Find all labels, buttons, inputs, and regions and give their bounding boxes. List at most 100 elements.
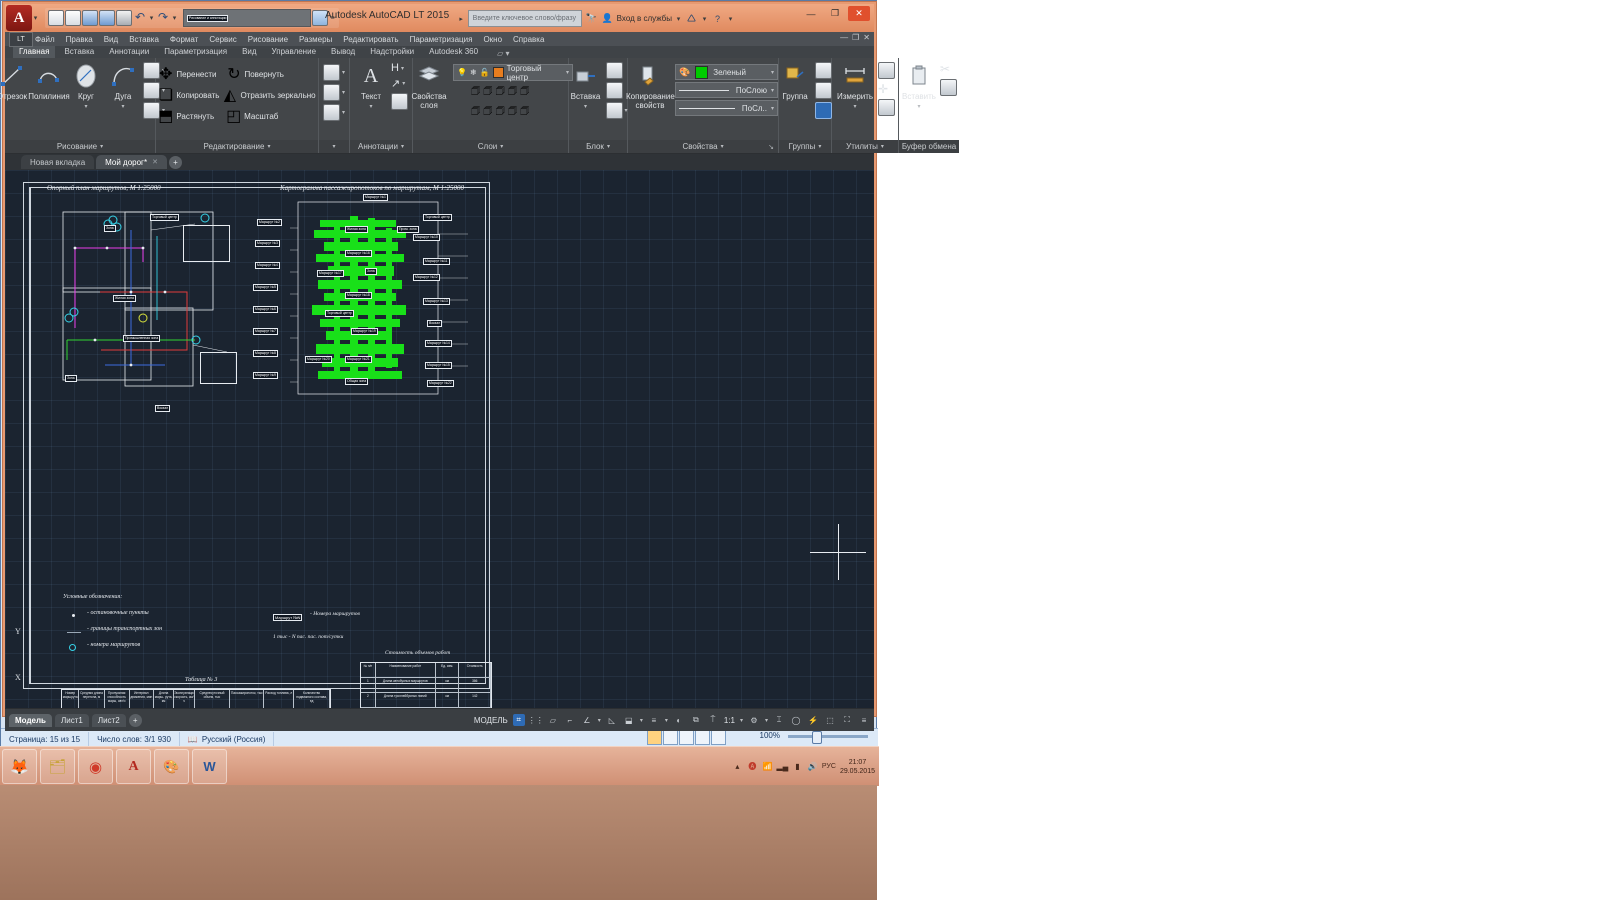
layout-tab-model[interactable]: Модель bbox=[9, 713, 52, 727]
tab-my-road[interactable]: Мой дорог* ✕ bbox=[96, 155, 167, 169]
measure-caret-icon[interactable]: ▾ bbox=[854, 103, 857, 110]
insert-caret-icon[interactable]: ▾ bbox=[584, 103, 587, 110]
polar-caret-icon[interactable]: ▾ bbox=[598, 717, 601, 724]
network-icon[interactable]: 📶 bbox=[762, 761, 773, 772]
ribbon-options-icon[interactable]: ▱ ▾ bbox=[497, 49, 509, 58]
doc-minimize-button[interactable]: — bbox=[840, 33, 848, 42]
array-icon[interactable] bbox=[323, 104, 340, 121]
menu-item-format[interactable]: Формат bbox=[170, 35, 198, 44]
layer-isolate-icon[interactable]: 🗇 bbox=[471, 84, 480, 101]
web-layout-view-icon[interactable] bbox=[679, 730, 694, 745]
application-menu-button[interactable]: A bbox=[6, 5, 32, 31]
exchange-apps-icon[interactable]: 🛆 bbox=[685, 12, 698, 25]
layer-properties-button[interactable]: Свойства слоя bbox=[408, 62, 450, 110]
layer-color-swatch[interactable] bbox=[492, 67, 504, 78]
isolate-objects-icon[interactable]: ⬚ bbox=[824, 714, 836, 726]
leader-icon[interactable]: ↗ bbox=[391, 77, 400, 90]
undo-icon[interactable]: ↶ bbox=[133, 11, 147, 25]
copy-button[interactable]: ❏ Копировать bbox=[158, 85, 220, 105]
menu-item-tools[interactable]: Сервис bbox=[209, 35, 236, 44]
lineweight-selector[interactable]: ПоСл.. ▾ bbox=[675, 100, 779, 116]
annotation-scale-caret-icon[interactable]: ▾ bbox=[740, 717, 743, 724]
workspace-switch-icon[interactable]: ⚙ bbox=[748, 714, 760, 726]
layer-bulb-icon[interactable]: 💡 bbox=[457, 68, 467, 77]
edit-attributes-icon[interactable] bbox=[605, 102, 623, 119]
quick-select-icon[interactable] bbox=[878, 62, 896, 79]
arc-button[interactable]: Дуга ▾ bbox=[106, 62, 140, 110]
layer-thaw-icon[interactable]: 🗇 bbox=[483, 104, 492, 121]
polar-icon[interactable]: ∠ bbox=[581, 714, 593, 726]
cut-icon[interactable]: ✂ bbox=[940, 62, 957, 76]
layer-freeze-icon[interactable]: ❄ bbox=[470, 68, 477, 77]
layer-previous-icon[interactable]: 🗇 bbox=[520, 104, 529, 121]
hardware-acceleration-icon[interactable]: ⚡ bbox=[807, 714, 819, 726]
language-indicator[interactable]: РУС bbox=[822, 761, 836, 772]
doc-restore-button[interactable]: ❐ bbox=[852, 33, 859, 42]
fillet-icon[interactable] bbox=[323, 84, 340, 101]
snap-icon[interactable]: ⋮⋮ bbox=[528, 714, 544, 726]
signin-avatar-icon[interactable]: 👤 bbox=[601, 12, 614, 25]
tab-manage[interactable]: Управление bbox=[266, 46, 322, 58]
fillet-caret-icon[interactable]: ▾ bbox=[342, 89, 345, 96]
trim-caret-icon[interactable]: ▾ bbox=[342, 69, 345, 76]
panel-modify-caret-icon[interactable]: ▾ bbox=[267, 143, 270, 150]
panel-utilities-caret-icon[interactable]: ▾ bbox=[881, 143, 884, 150]
word-zoom-in-icon[interactable] bbox=[866, 730, 876, 740]
clean-screen-icon[interactable]: ◯ bbox=[790, 714, 802, 726]
antivirus-icon[interactable]: 🅐 bbox=[747, 761, 758, 772]
clock[interactable]: 21:07 29.05.2015 bbox=[840, 758, 875, 776]
linetype-selector[interactable]: ПоСлою ▾ bbox=[675, 82, 779, 98]
tab-home[interactable]: Главная bbox=[13, 46, 56, 58]
show-hidden-icons-icon[interactable]: ▴ bbox=[732, 761, 743, 772]
word-view-buttons[interactable] bbox=[647, 730, 726, 745]
word-zoom-slider[interactable] bbox=[788, 731, 868, 744]
save-icon[interactable] bbox=[82, 10, 98, 26]
model-space-label[interactable]: МОДЕЛЬ bbox=[474, 716, 508, 725]
tab-insert[interactable]: Вставка bbox=[58, 46, 100, 58]
new-icon[interactable] bbox=[48, 10, 64, 26]
panel-annotation-title[interactable]: Аннотации ▾ bbox=[350, 140, 413, 153]
osnap-icon[interactable]: ◺ bbox=[606, 714, 618, 726]
open-icon[interactable] bbox=[65, 10, 81, 26]
point-icon[interactable]: ✛ bbox=[878, 82, 895, 96]
minimize-button[interactable]: — bbox=[800, 6, 822, 21]
tab-view[interactable]: Вид bbox=[236, 46, 262, 58]
fullscreen-reading-view-icon[interactable] bbox=[663, 730, 678, 745]
otrack-icon[interactable]: ⬓ bbox=[623, 714, 635, 726]
autocad-icon[interactable]: A bbox=[116, 749, 151, 784]
menu-item-view[interactable]: Вид bbox=[104, 35, 118, 44]
outline-view-icon[interactable] bbox=[695, 730, 710, 745]
arc-caret-icon[interactable]: ▾ bbox=[121, 103, 124, 110]
annotation-visibility-icon[interactable]: ⍑ bbox=[707, 714, 719, 726]
word-icon[interactable]: W bbox=[192, 749, 227, 784]
word-zoom-knob[interactable] bbox=[812, 731, 822, 744]
menu-item-dimension[interactable]: Размеры bbox=[299, 35, 332, 44]
help-icon[interactable]: ? bbox=[711, 12, 724, 25]
calculator-icon[interactable] bbox=[878, 99, 896, 116]
draft-view-icon[interactable] bbox=[711, 730, 726, 745]
rotate-button[interactable]: ↻ Повернуть bbox=[226, 64, 284, 84]
group-selection-toggle-icon[interactable] bbox=[815, 102, 833, 119]
tab-output[interactable]: Вывод bbox=[325, 46, 361, 58]
panel-groups-caret-icon[interactable]: ▾ bbox=[818, 143, 821, 150]
search-expand-icon[interactable]: ▸ bbox=[458, 15, 465, 23]
layer-on-icon[interactable]: 🗇 bbox=[471, 104, 480, 121]
panel-properties-title[interactable]: Свойства ▾ ↘ bbox=[628, 140, 779, 153]
text-caret-icon[interactable]: ▾ bbox=[370, 103, 373, 110]
measure-button[interactable]: Измерить ▾ bbox=[835, 62, 875, 110]
volume-icon[interactable]: 🔊 bbox=[807, 761, 818, 772]
panel-modify-title[interactable]: Редактирование ▾ bbox=[156, 140, 318, 153]
circle-caret-icon[interactable]: ▾ bbox=[84, 103, 87, 110]
tab-parametric[interactable]: Параметризация bbox=[158, 46, 233, 58]
mirror-button[interactable]: ◭ Отразить зеркально bbox=[222, 85, 316, 105]
workspace-switch-caret-icon[interactable]: ▾ bbox=[765, 717, 768, 724]
fullscreen-icon[interactable]: ⛶ bbox=[841, 714, 853, 726]
menu-item-draw[interactable]: Рисование bbox=[248, 35, 288, 44]
layer-selector[interactable]: 💡 ❄ 🔓 Торговый центр ▾ bbox=[453, 64, 574, 82]
grid-icon[interactable]: ⌗ bbox=[512, 714, 525, 726]
create-block-icon[interactable] bbox=[605, 82, 623, 99]
annotation-scale-label[interactable]: 1:1 bbox=[724, 716, 735, 725]
menu-item-insert[interactable]: Вставка bbox=[129, 35, 159, 44]
battery-icon[interactable]: ▮ bbox=[792, 761, 803, 772]
copy-clip-icon[interactable] bbox=[940, 79, 958, 96]
